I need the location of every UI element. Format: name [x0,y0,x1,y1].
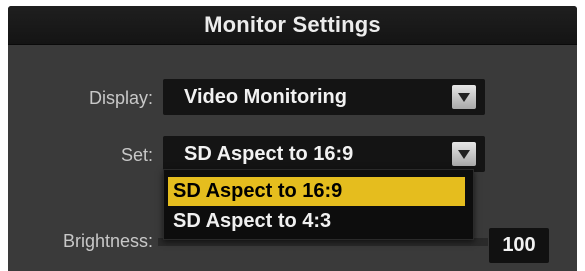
brightness-value[interactable]: 100 [489,228,549,263]
set-select-value: SD Aspect to 16:9 [184,142,354,165]
set-label: Set: [120,145,153,165]
set-dropdown-menu: SD Aspect to 16:9 SD Aspect to 4:3 [163,169,474,240]
set-select[interactable]: SD Aspect to 16:9 [163,136,485,172]
display-select[interactable]: Video Monitoring [163,79,485,115]
title-bar: Monitor Settings [8,6,577,45]
display-select-value: Video Monitoring [184,85,347,108]
brightness-label: Brightness: [62,231,153,251]
window-title: Monitor Settings [204,12,381,37]
dropdown-option[interactable]: SD Aspect to 4:3 [168,207,465,236]
chevron-down-icon[interactable] [452,142,476,166]
chevron-down-icon[interactable] [452,85,476,109]
display-label: Display: [88,88,153,108]
dropdown-option-selected[interactable]: SD Aspect to 16:9 [168,177,465,206]
